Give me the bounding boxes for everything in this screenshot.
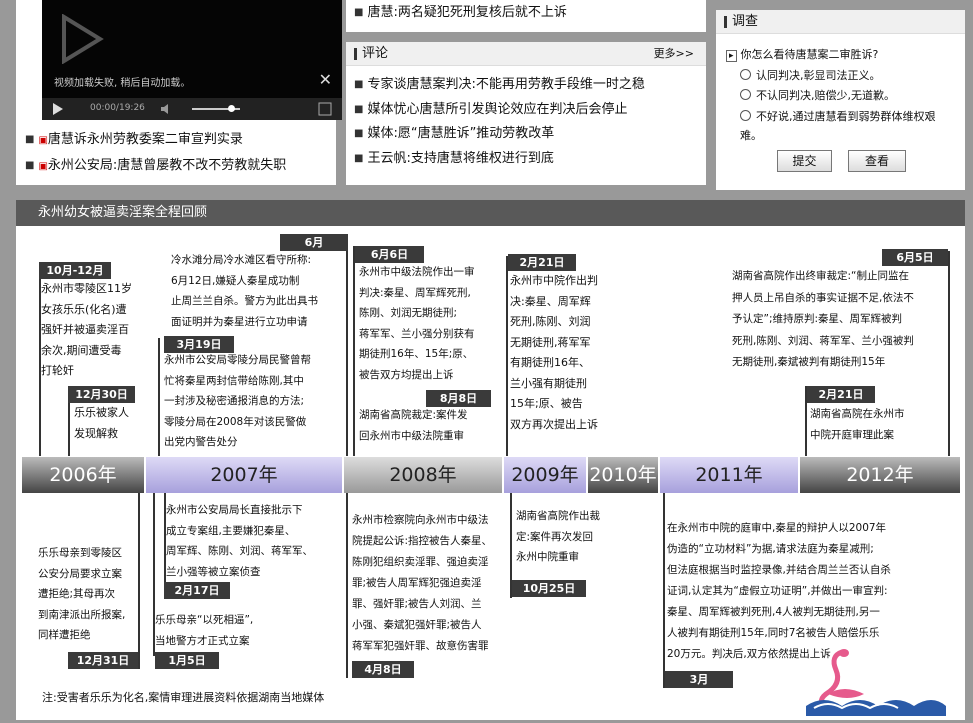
radio-icon[interactable] <box>740 69 751 80</box>
event-text: 乐乐母亲“以死相逼”, 当地警方才正式立案 <box>155 614 254 647</box>
list-item[interactable]: ■ 媒体:愿“唐慧胜诉”推动劳教改革 <box>354 122 645 147</box>
list-item[interactable]: ■ 王云帆:支持唐慧将维权进行到底 <box>354 147 645 172</box>
divider <box>346 493 348 678</box>
year-2006: 2006年 <box>22 457 144 493</box>
timeline-panel: 10月-12月 12月30日 6月 3月19日 6月6日 8月8日 2月21日 … <box>16 226 965 720</box>
year-2012: 2012年 <box>800 457 960 493</box>
divider <box>158 338 160 456</box>
video-panel: 视频加载失败, 稍后自动加载。 ✕ 00:00/19:26 ■ ▣唐慧诉永州劳教委… <box>16 0 342 185</box>
date-tag: 4月8日 <box>352 661 414 678</box>
divider <box>138 493 140 669</box>
radio-icon[interactable] <box>740 110 751 121</box>
more-link[interactable]: 更多>> <box>654 42 694 66</box>
volume-icon[interactable] <box>160 103 172 115</box>
play-icon[interactable] <box>52 103 64 115</box>
comment-header: 评论 更多>> <box>346 42 706 66</box>
comment-title: 评论 <box>362 46 389 61</box>
event-text: 永州市中院作出判 决:秦星、周军辉 死刑,陈刚、刘润 无期徒刑,蒋军军 有期徒刑16年、… <box>510 274 598 431</box>
list-item[interactable]: ■ ▣唐慧诉永州劳教委案二审宣判实录 <box>25 128 286 154</box>
flamingo-logo-icon <box>806 649 946 716</box>
date-tag: 12月31日 <box>68 652 138 669</box>
date-tag: 6月5日 <box>882 249 948 266</box>
comment-list: ■ 专家谈唐慧案判决:不能再用劳教手段维一时之稳 ■ 媒体忧心唐慧所引发舆论效应在判… <box>354 73 645 171</box>
event-text: 湖南省高院裁定:案件发 回永州市中级法院重审 <box>359 409 468 442</box>
radio-icon[interactable] <box>740 89 751 100</box>
event-text: 冷水滩分局冷水滩区看守所称: 6月12日,嫌疑人秦星成功制 止周兰兰自杀。警方为此出… <box>171 254 318 328</box>
volume-slider[interactable] <box>192 105 240 112</box>
event-text: 乐乐母亲到零陵区 公安分局要求立案 遭拒绝;其母再次 到南津派出所报案, 同样遭拒绝 <box>38 547 126 641</box>
event-text: 永州市零陵区11岁 女孩乐乐(化名)遭 强奸并被逼卖淫百 余次,期间遭受毒 打轮奸 <box>41 282 132 377</box>
fullscreen-icon[interactable] <box>318 102 332 116</box>
video-links: ■ ▣唐慧诉永州劳教委案二审宣判实录 ■ ▣永州公安局:唐慧曾屡教不改不劳教就失职 <box>25 128 286 179</box>
divider <box>506 256 508 456</box>
event-text: 湖南省高院作出终审裁定:“制止同监在 押人员上吊自杀的事实证据不足,依法不 予认定”… <box>732 270 914 368</box>
year-2010: 2010年 <box>588 457 658 493</box>
divider <box>346 236 348 456</box>
video-controls: 00:00/19:26 <box>42 98 342 120</box>
survey-option[interactable]: 不认同判决,赔偿少,无道歉。 <box>740 87 895 103</box>
date-tag: 3月 <box>665 671 733 688</box>
date-tag: 6月 <box>280 234 348 251</box>
survey-option[interactable]: 认同判决,彰显司法正义。 <box>740 67 881 83</box>
date-tag: 2月17日 <box>164 582 230 599</box>
close-icon[interactable]: ✕ <box>319 70 332 89</box>
submit-button[interactable]: 提交 <box>777 150 832 172</box>
date-tag: 10月25日 <box>512 580 586 597</box>
question-icon: ▸ <box>726 50 737 62</box>
divider <box>948 251 950 456</box>
date-tag: 6月6日 <box>355 246 424 263</box>
event-text: 湖南省高院在永州市 中院开庭审理此案 <box>810 408 905 441</box>
list-item[interactable]: ■ ▣永州公安局:唐慧曾屡教不改不劳教就失职 <box>25 154 286 180</box>
survey-panel: 调查 ▸ 你怎么看待唐慧案二审胜诉? 认同判决,彰显司法正义。 不认同判决,赔偿少… <box>716 10 965 190</box>
year-2007: 2007年 <box>146 457 342 493</box>
year-2009: 2009年 <box>504 457 586 493</box>
video-icon: ▣ <box>38 135 48 146</box>
divider <box>353 246 355 456</box>
footnote: 注:受害者乐乐为化名,案情审理进展资料依据湖南当地媒体 <box>42 691 325 704</box>
comment-panel: 评论 更多>> ■ 专家谈唐慧案判决:不能再用劳教手段维一时之稳 ■ 媒体忧心唐慧所… <box>346 42 706 185</box>
divider <box>663 493 665 688</box>
event-text: 在永州市中院的庭审中,秦星的辩护人以2007年 伪造的“立功材料”为据,请求法庭为… <box>667 522 891 660</box>
timeline-title: 永州幼女被逼卖淫案全程回顾 <box>16 200 965 226</box>
list-item[interactable]: ■ 唐慧:两名疑犯死刑复核后就不上诉 <box>354 1 567 26</box>
event-text: 永州市中级法院作出一审 判决:秦星、周军辉死刑, 陈刚、刘润无期徒刑; 蒋军军、兰小强… <box>359 266 475 381</box>
survey-header: 调查 <box>716 10 965 34</box>
survey-option[interactable]: 不好说,通过唐慧看到弱势群体维权艰难。 <box>740 107 952 145</box>
news-top-panel: ■ 唐慧:两名疑犯死刑复核后就不上诉 <box>346 0 706 32</box>
year-2011: 2011年 <box>660 457 798 493</box>
video-error-text: 视频加载失败, 稍后自动加载。 <box>54 78 191 89</box>
event-text: 永州市检察院向永州市中级法 院提起公诉:指控被告人秦星、 陈刚犯组织卖淫罪、强迫卖淫… <box>352 514 493 652</box>
date-tag: 2月21日 <box>807 386 875 403</box>
video-icon: ▣ <box>38 160 48 172</box>
event-text: 永州市公安局零陵分局民警曾帮 忙将秦星两封信带给陈刚,其中 一封涉及秘密通报消息的方… <box>164 354 311 448</box>
video-time: 00:00/19:26 <box>90 103 145 113</box>
date-tag: 12月30日 <box>68 386 135 403</box>
date-tag: 1月5日 <box>155 652 219 669</box>
event-text: 乐乐被家人 发现解救 <box>74 406 129 440</box>
list-item[interactable]: ■ 媒体忧心唐慧所引发舆论效应在判决后会停止 <box>354 98 645 123</box>
survey-title: 调查 <box>732 14 759 29</box>
list-item[interactable]: ■ 专家谈唐慧案判决:不能再用劳教手段维一时之稳 <box>354 73 645 98</box>
view-button[interactable]: 查看 <box>848 150 906 172</box>
survey-question: ▸ 你怎么看待唐慧案二审胜诉? <box>726 46 878 62</box>
date-tag: 10月-12月 <box>39 262 111 279</box>
year-2008: 2008年 <box>344 457 502 493</box>
event-text: 湖南省高院作出裁 定:案件再次发回 永州中院重审 <box>516 510 600 563</box>
play-large-icon[interactable] <box>60 14 104 64</box>
event-text: 永州市公安局局长直接批示下 成立专案组,主要嫌犯秦星、 周军辉、陈刚、刘润、蒋军军、… <box>166 504 313 578</box>
video-player[interactable]: 视频加载失败, 稍后自动加载。 ✕ 00:00/19:26 <box>42 0 342 120</box>
date-tag: 2月21日 <box>508 254 576 271</box>
